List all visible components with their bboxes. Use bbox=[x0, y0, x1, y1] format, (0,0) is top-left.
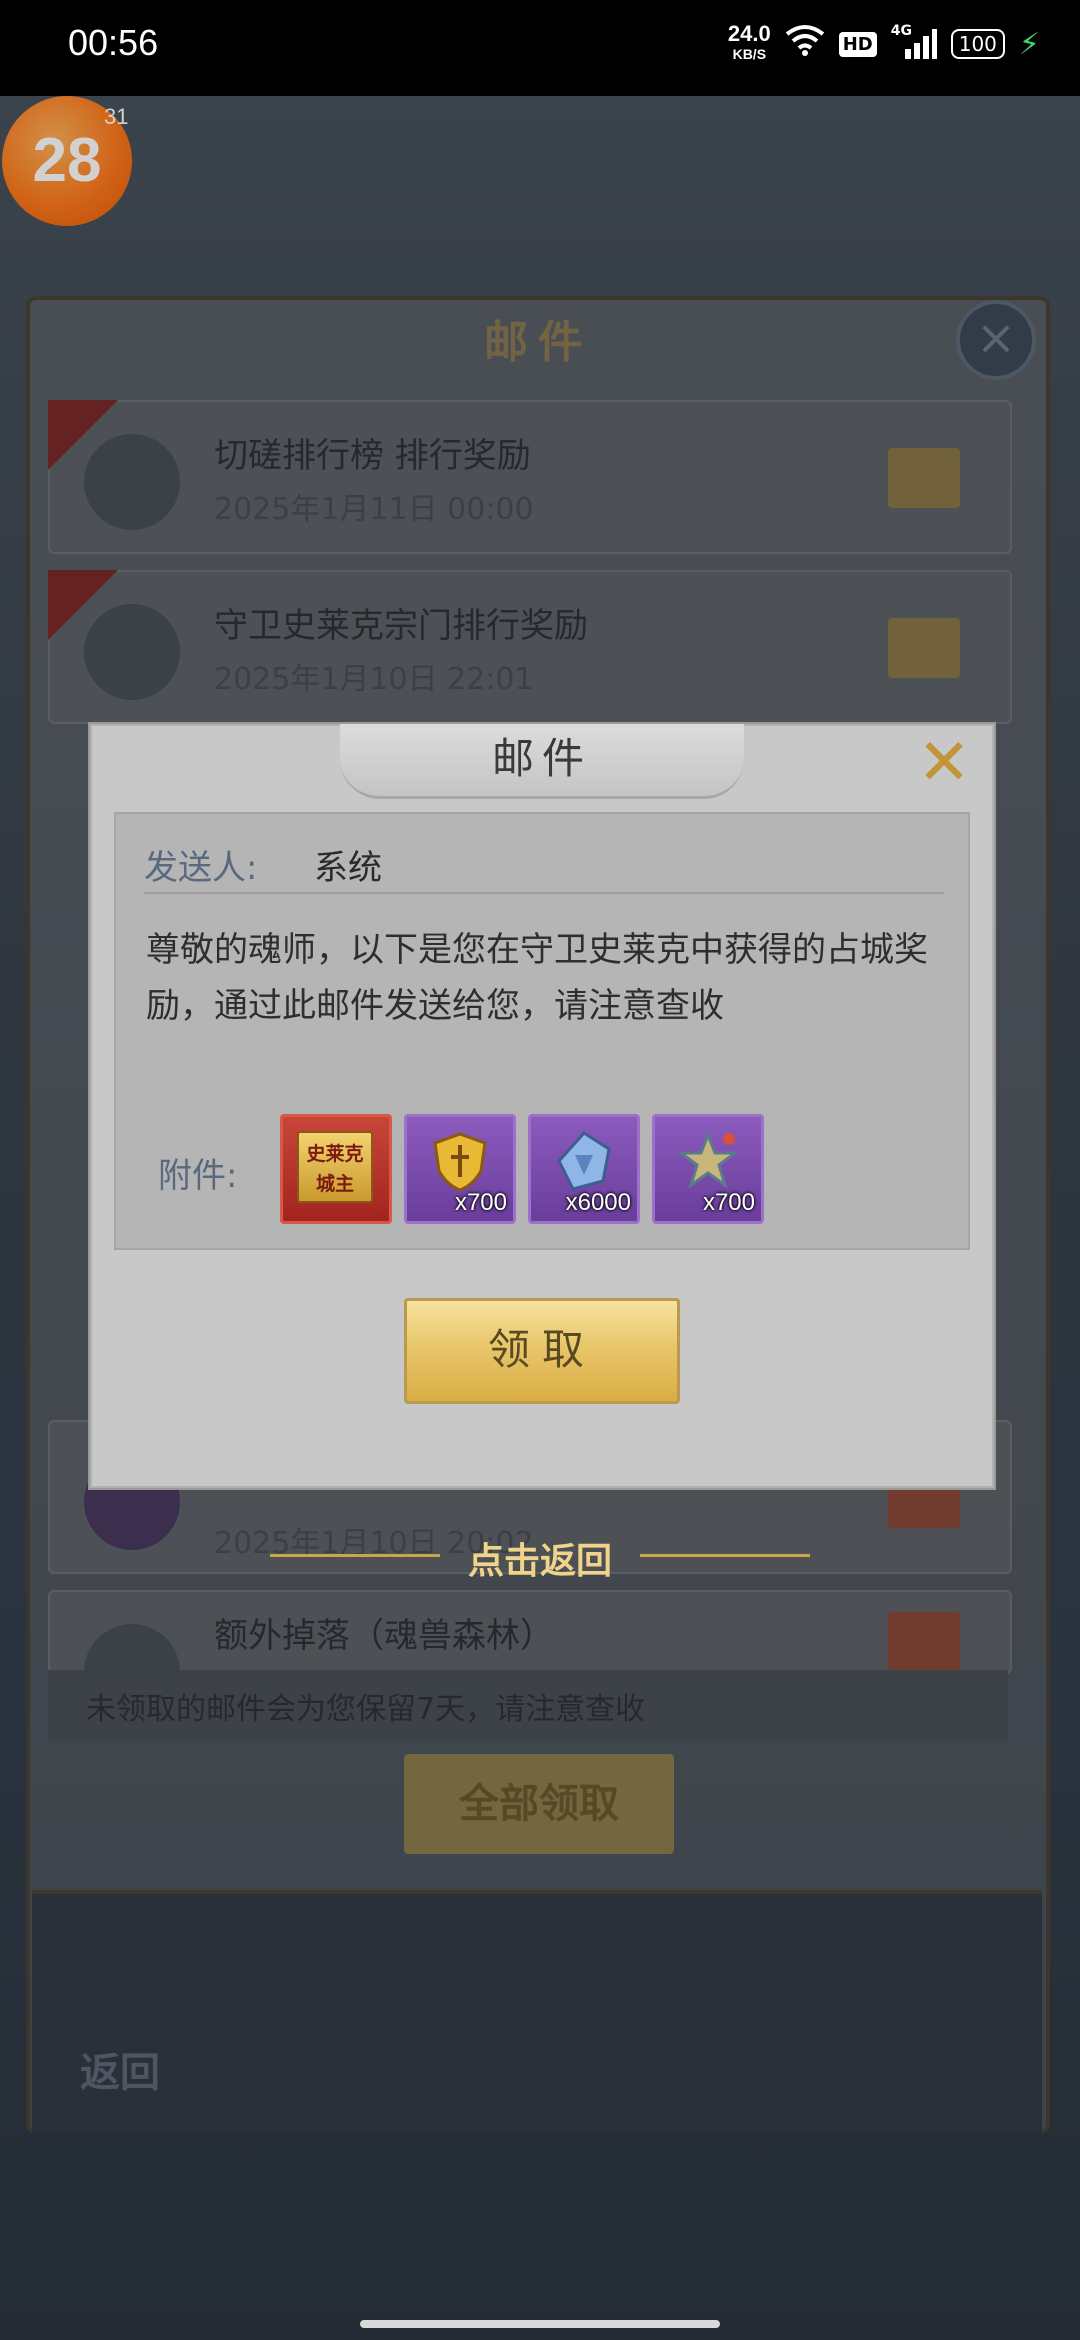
attachment-qty: x700 bbox=[702, 1189, 755, 1216]
attachment-qty: x700 bbox=[454, 1189, 507, 1216]
attachment-item[interactable]: 史莱克城主 bbox=[280, 1114, 392, 1224]
merit-star-icon bbox=[677, 1131, 739, 1189]
sender-value: 系统 bbox=[314, 848, 382, 888]
contribution-crystal-icon bbox=[557, 1131, 611, 1191]
mail-content: 发送人: 系统 尊敬的魂师，以下是您在守卫史莱克中获得的占城奖励，通过此邮件发送… bbox=[114, 812, 970, 1250]
dialog-title-tab: 邮件 bbox=[340, 724, 744, 799]
wifi-icon bbox=[785, 24, 825, 64]
status-bar: 00:56 24.0 KB/S HD 4G 100 ⚡ bbox=[0, 0, 1080, 96]
gold-shield-icon bbox=[433, 1132, 487, 1192]
battery-indicator: 100 bbox=[950, 29, 1005, 59]
attachment-item[interactable]: x700 bbox=[652, 1114, 764, 1224]
close-icon[interactable]: ✕ bbox=[914, 731, 974, 795]
network-type: 4G bbox=[890, 23, 912, 39]
status-time: 00:56 bbox=[68, 22, 159, 63]
status-icons: 24.0 KB/S HD 4G 100 ⚡ bbox=[727, 21, 1040, 64]
signal-icon: 4G bbox=[891, 23, 937, 61]
charging-icon: ⚡ bbox=[1018, 26, 1040, 62]
network-speed: 24.0 KB/S bbox=[727, 21, 771, 64]
attachment-item[interactable]: x700 bbox=[404, 1114, 516, 1224]
return-hint[interactable]: 点击返回 bbox=[270, 1532, 810, 1582]
home-indicator[interactable] bbox=[360, 2320, 720, 2328]
network-speed-value: 24.0 bbox=[727, 21, 771, 46]
hd-badge: HD bbox=[838, 31, 877, 57]
network-speed-unit: KB/S bbox=[732, 46, 767, 62]
sender-row: 发送人: 系统 bbox=[144, 834, 944, 894]
mail-body: 尊敬的魂师，以下是您在守卫史莱克中获得的占城奖励，通过此邮件发送给您，请注意查收 bbox=[146, 930, 928, 1026]
attachment-item[interactable]: x6000 bbox=[528, 1114, 640, 1224]
title-plaque-icon: 史莱克城主 bbox=[297, 1131, 373, 1203]
return-hint-text[interactable]: 点击返回 bbox=[270, 1532, 810, 1584]
dialog-title: 邮件 bbox=[491, 734, 592, 783]
sender-label: 发送人: bbox=[144, 848, 258, 888]
attachments-label: 附件: bbox=[158, 1156, 238, 1196]
mail-detail-dialog: 邮件 ✕ 发送人: 系统 尊敬的魂师，以下是您在守卫史莱克中获得的占城奖励，通过… bbox=[90, 724, 994, 1488]
attachment-list: 史莱克城主 x700 x6000 x700 bbox=[280, 1114, 764, 1224]
claim-button[interactable]: 领取 bbox=[404, 1298, 680, 1404]
attachment-qty: x6000 bbox=[565, 1189, 631, 1216]
